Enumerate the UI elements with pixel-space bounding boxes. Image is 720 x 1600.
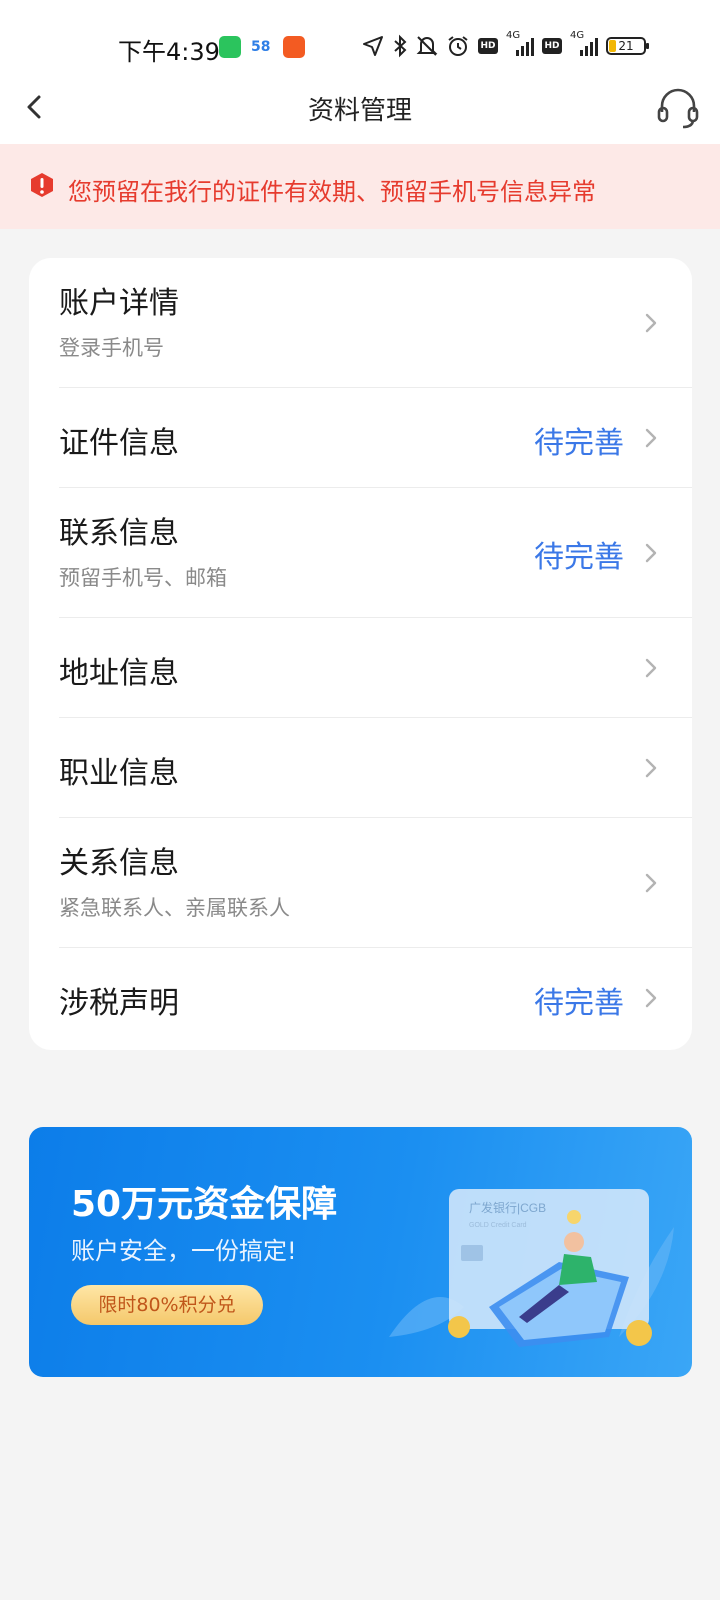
page-title: 资料管理 [307,96,412,126]
row-title: 涉税声明 [59,986,179,1021]
banner-title: 50万元资金保障 [71,1184,338,1225]
row-title: 关系信息 [59,846,179,881]
row-title: 地址信息 [59,656,179,691]
chevron-right-icon [645,428,657,448]
row-address-info[interactable]: 地址信息 [29,618,692,718]
chevron-right-icon [645,543,657,563]
hd-icon-2: HD [542,38,562,54]
app-58-icon: 58 [251,36,273,58]
status-pending: 待完善 [534,986,624,1021]
row-title: 联系信息 [59,516,179,551]
alert-text: 您预留在我行的证件有效期、预留手机号信息异常 [68,178,596,206]
chevron-right-icon [645,988,657,1008]
row-tax-declaration[interactable]: 涉税声明 待完善 [29,948,692,1050]
card-brand: 广发银行|CGB [469,1200,546,1215]
app-58-label: 58 [251,39,271,55]
status-time: 下午4:39 [118,38,220,66]
signal-icon: 4G [506,30,534,56]
wechat-icon [219,36,241,58]
chevron-right-icon [645,313,657,333]
chevron-right-icon [645,758,657,778]
bell-muted-icon [416,36,438,56]
battery-level: 21 [618,39,634,53]
battery-icon: 21 [606,37,649,55]
row-account-details[interactable]: 账户详情 登录手机号 [29,258,692,388]
nav-bar: 资料管理 [0,72,720,144]
row-subtitle: 紧急联系人、亲属联系人 [59,896,290,920]
notification-app-icon [283,36,305,58]
row-relationship-info[interactable]: 关系信息 紧急联系人、亲属联系人 [29,818,692,948]
row-occupation-info[interactable]: 职业信息 [29,718,692,818]
bluetooth-icon [394,34,407,58]
location-icon [363,36,383,56]
row-title: 职业信息 [59,756,179,791]
network-type-2: 4G [570,30,585,41]
row-title: 账户详情 [59,286,179,321]
status-pending: 待完善 [534,540,624,575]
hd-icon: HD [478,38,498,54]
banner-subtitle: 账户安全，一份搞定! [71,1237,297,1265]
chevron-right-icon [645,873,657,893]
alert-banner[interactable]: 您预留在我行的证件有效期、预留手机号信息异常 [0,144,720,229]
row-id-info[interactable]: 证件信息 待完善 [29,388,692,488]
exclamation-shield-icon [31,173,53,197]
credit-card-illustration: 广发银行|CGB GOLD Credit Card [389,1189,674,1347]
signal-icon-2: 4G [570,30,598,56]
status-pending: 待完善 [534,426,624,461]
card-subtitle: GOLD Credit Card [469,1222,527,1229]
alarm-icon [448,36,468,56]
row-subtitle: 登录手机号 [59,336,164,360]
chevron-right-icon [645,658,657,678]
row-contact-info[interactable]: 联系信息 预留手机号、邮箱 待完善 [29,488,692,618]
network-type: 4G [506,30,521,41]
headset-icon[interactable] [656,86,700,130]
redeem-button[interactable]: 限时80%积分兑 [71,1285,263,1325]
profile-list: 账户详情 登录手机号 证件信息 待完善 联系信息 预留手机号、邮箱 待完善 地址… [29,258,692,1050]
system-icons: HD 4G HD 4G 21 [362,30,649,58]
promo-banner[interactable]: 50万元资金保障 账户安全，一份搞定! 限时80%积分兑 广发银行|CGB GO… [29,1127,692,1377]
row-title: 证件信息 [59,426,179,461]
row-subtitle: 预留手机号、邮箱 [59,566,227,590]
